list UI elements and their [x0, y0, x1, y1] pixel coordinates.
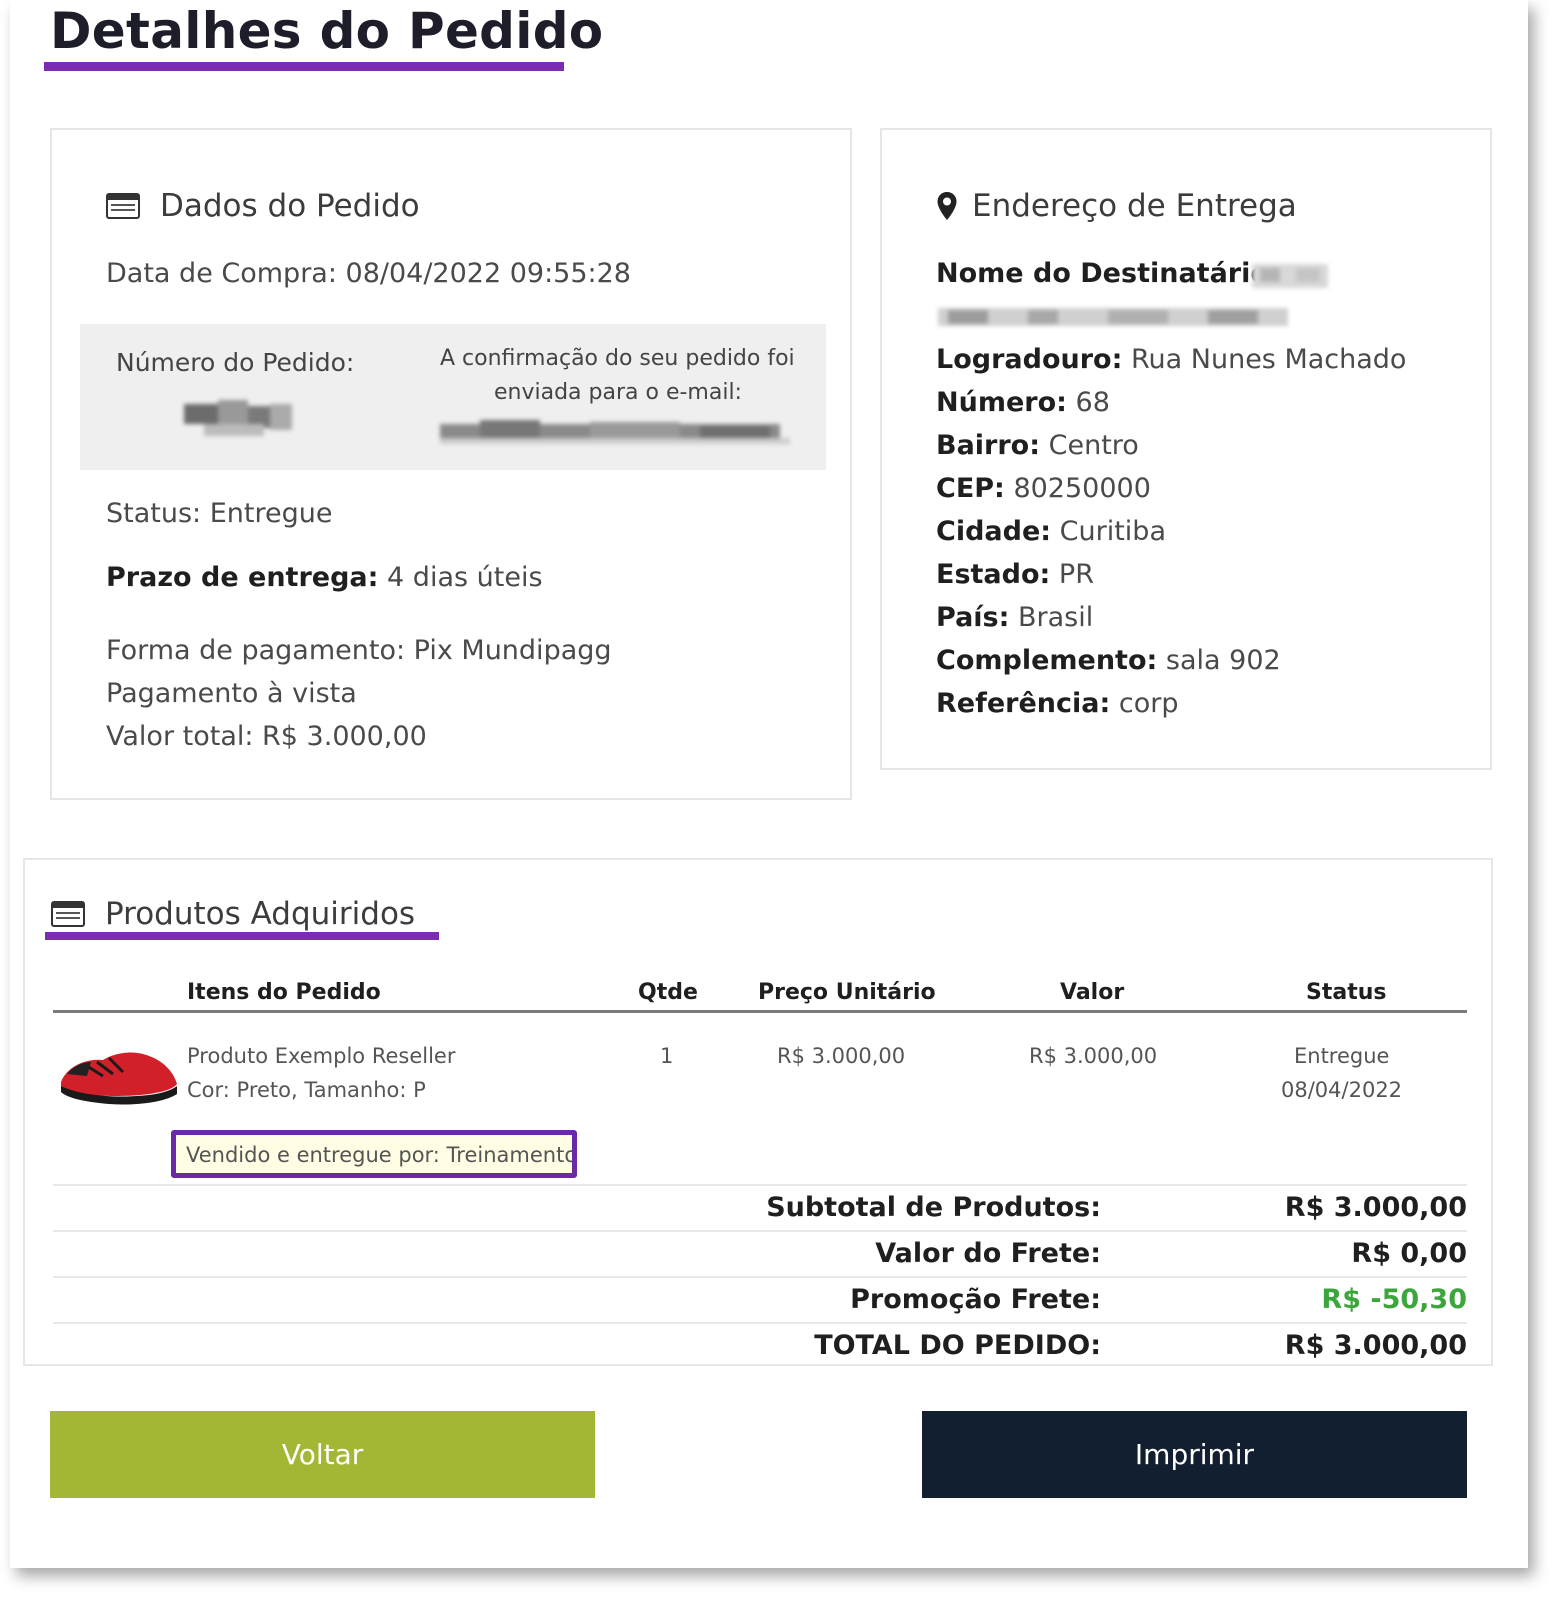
- card-icon: [51, 901, 85, 927]
- address-label: Nome do Destinatário:: [936, 258, 1280, 289]
- delivery-label: Prazo de entrega:: [106, 562, 379, 593]
- address-label: País:: [936, 602, 1010, 633]
- column-header-status: Status: [1306, 980, 1387, 1005]
- order-status: Status: Entregue: [106, 498, 333, 529]
- recipient-name-redacted: [1252, 262, 1332, 292]
- title-underline: [44, 62, 564, 71]
- order-number-redacted: [184, 400, 294, 440]
- summary-row-shipping: Valor do Frete: R$ 0,00: [53, 1230, 1467, 1276]
- address-complement: Complemento: sala 902: [936, 645, 1281, 676]
- address-zipcode: CEP: 80250000: [936, 473, 1151, 504]
- address-neighborhood: Bairro: Centro: [936, 430, 1139, 461]
- summary-label: TOTAL DO PEDIDO:: [814, 1330, 1101, 1361]
- product-status: Entregue: [1294, 1044, 1390, 1068]
- address-state: Estado: PR: [936, 559, 1094, 590]
- print-button[interactable]: Imprimir: [922, 1411, 1467, 1498]
- summary-label: Subtotal de Produtos:: [766, 1192, 1101, 1223]
- map-pin-icon: [936, 191, 958, 221]
- address-city: Cidade: Curitiba: [936, 516, 1166, 547]
- column-header-qty: Qtde: [638, 980, 698, 1005]
- products-heading-underline: [45, 932, 439, 940]
- address-value: Rua Nunes Machado: [1130, 344, 1407, 375]
- product-status-date: 08/04/2022: [1281, 1078, 1403, 1102]
- column-header-items: Itens do Pedido: [187, 980, 381, 1005]
- address-label: CEP:: [936, 473, 1005, 504]
- delivery-address-card: Endereço de Entrega Nome do Destinatário…: [880, 128, 1492, 770]
- address-heading: Endereço de Entrega: [972, 188, 1297, 224]
- column-header-unit-price: Preço Unitário: [758, 980, 936, 1005]
- recipient-extra-redacted: [938, 304, 1288, 332]
- back-button[interactable]: Voltar: [50, 1411, 595, 1498]
- summary-value: R$ 0,00: [1351, 1238, 1467, 1269]
- products-card: Produtos Adquiridos Itens do Pedido Qtde…: [23, 858, 1493, 1366]
- order-total: Valor total: R$ 3.000,00: [106, 721, 427, 752]
- payment-terms: Pagamento à vista: [106, 678, 357, 709]
- summary-value: R$ 3.000,00: [1284, 1330, 1467, 1361]
- summary-row-subtotal: Subtotal de Produtos: R$ 3.000,00: [53, 1184, 1467, 1230]
- products-section-header: Produtos Adquiridos: [51, 896, 415, 932]
- summary-value: R$ 3.000,00: [1284, 1192, 1467, 1223]
- address-label: Referência:: [936, 688, 1111, 719]
- address-value: 80250000: [1013, 473, 1151, 504]
- address-label: Estado:: [936, 559, 1051, 590]
- delivery-value: 4 dias úteis: [387, 562, 543, 593]
- address-label: Complemento:: [936, 645, 1158, 676]
- product-image: [57, 1044, 181, 1108]
- order-number-label: Número do Pedido:: [116, 348, 355, 377]
- product-unit-price: R$ 3.000,00: [777, 1044, 906, 1068]
- delivery-time: Prazo de entrega: 4 dias úteis: [106, 562, 543, 593]
- email-redacted: [440, 418, 790, 448]
- confirmation-text-1: A confirmação do seu pedido foi: [440, 346, 795, 371]
- summary-row-total: TOTAL DO PEDIDO: R$ 3.000,00: [53, 1322, 1467, 1368]
- column-header-value: Valor: [1060, 980, 1125, 1005]
- summary-value-discount: R$ -50,30: [1321, 1284, 1467, 1315]
- product-qty: 1: [660, 1044, 674, 1068]
- address-value: PR: [1058, 559, 1094, 590]
- product-value: R$ 3.000,00: [1029, 1044, 1158, 1068]
- summary-label: Promoção Frete:: [850, 1284, 1101, 1315]
- address-value: Curitiba: [1059, 516, 1166, 547]
- address-value: sala 902: [1165, 645, 1281, 676]
- order-section-header: Dados do Pedido: [106, 188, 420, 224]
- address-label: Número:: [936, 387, 1067, 418]
- product-name[interactable]: Produto Exemplo Reseller: [187, 1044, 455, 1068]
- address-country: País: Brasil: [936, 602, 1093, 633]
- summary-label: Valor do Frete:: [875, 1238, 1101, 1269]
- order-heading: Dados do Pedido: [160, 188, 420, 224]
- address-label: Cidade:: [936, 516, 1052, 547]
- sold-by-highlight: Vendido e entregue por: Treinamento: [171, 1130, 577, 1178]
- table-header-rule: [53, 1010, 1467, 1013]
- products-heading: Produtos Adquiridos: [105, 896, 416, 932]
- payment-method: Forma de pagamento: Pix Mundipagg: [106, 635, 612, 666]
- address-number: Número: 68: [936, 387, 1110, 418]
- page-title: Detalhes do Pedido: [50, 2, 604, 60]
- address-label: Logradouro:: [936, 344, 1123, 375]
- product-variant: Cor: Preto, Tamanho: P: [187, 1078, 426, 1102]
- address-street: Logradouro: Rua Nunes Machado: [936, 344, 1406, 375]
- address-value: 68: [1075, 387, 1110, 418]
- address-reference: Referência: corp: [936, 688, 1179, 719]
- card-icon: [106, 193, 140, 219]
- summary-row-shipping-promo: Promoção Frete: R$ -50,30: [53, 1276, 1467, 1322]
- order-number-box: Número do Pedido: A confirmação do seu p…: [80, 324, 826, 470]
- address-label: Bairro:: [936, 430, 1041, 461]
- address-value: Brasil: [1018, 602, 1094, 633]
- address-recipient: Nome do Destinatário:: [936, 258, 1280, 289]
- address-value: Centro: [1048, 430, 1139, 461]
- address-value: corp: [1118, 688, 1179, 719]
- confirmation-text-2: enviada para o e-mail:: [494, 380, 742, 405]
- address-section-header: Endereço de Entrega: [936, 188, 1297, 224]
- purchase-date: Data de Compra: 08/04/2022 09:55:28: [106, 258, 631, 289]
- order-details-card: Dados do Pedido Data de Compra: 08/04/20…: [50, 128, 852, 800]
